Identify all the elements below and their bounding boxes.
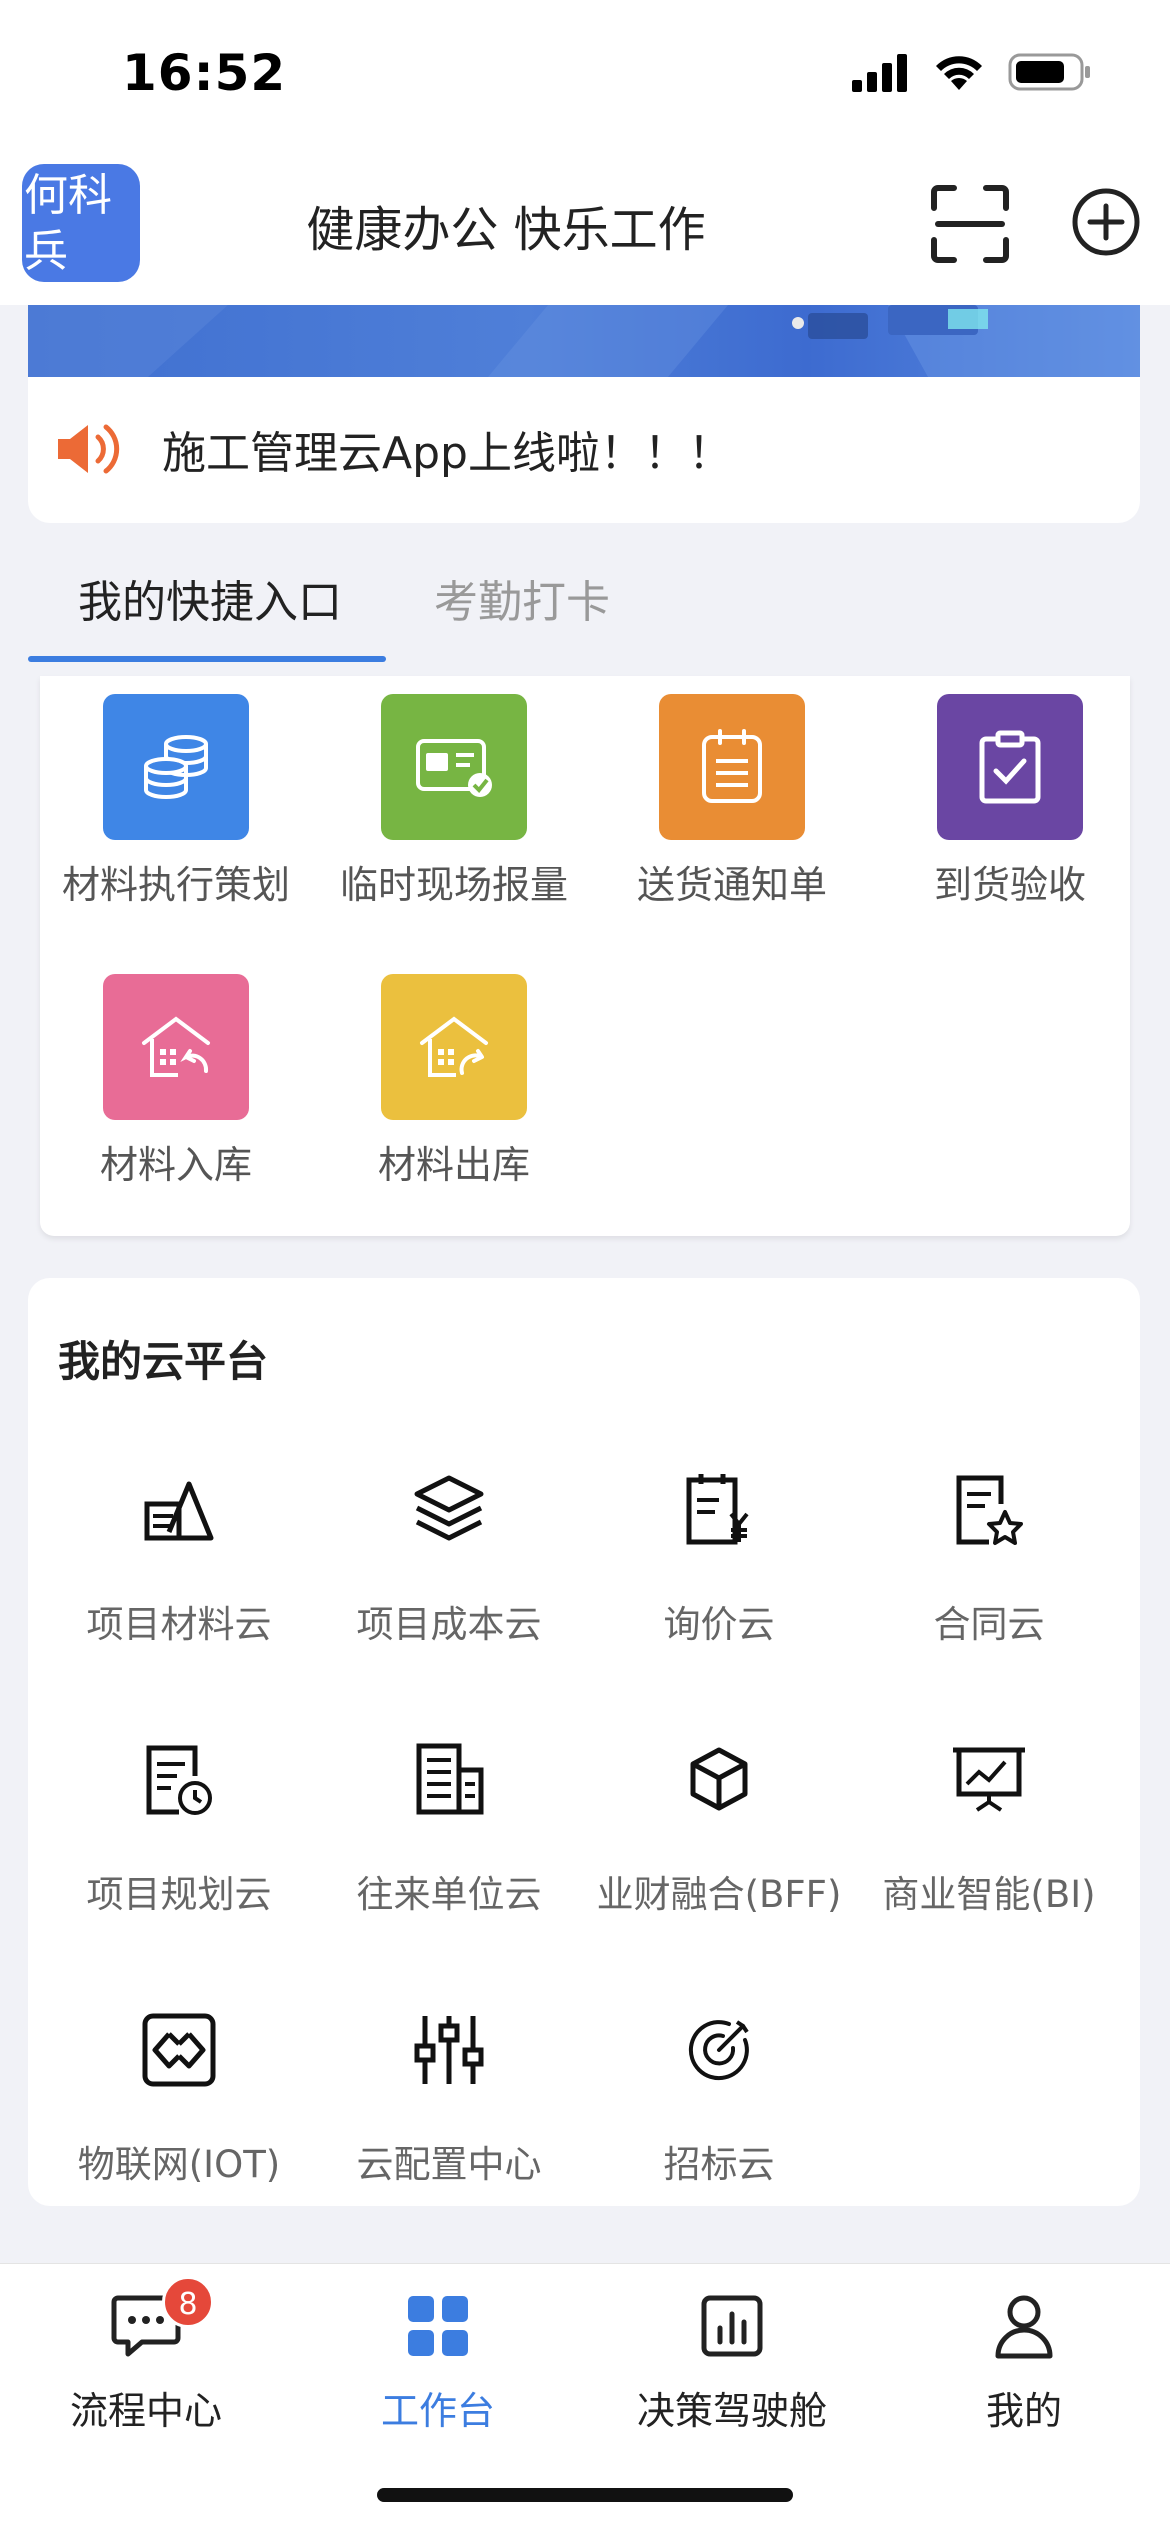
tab-decision-cockpit[interactable]: 决策驾驶舱 xyxy=(612,2288,852,2435)
quick-item-label: 材料执行策划 xyxy=(61,863,290,907)
cloud-item-material[interactable]: 项目材料云 xyxy=(44,1470,314,1648)
quick-item-material-out[interactable]: 材料出库 xyxy=(324,974,584,1189)
coins-stack-icon xyxy=(103,694,249,840)
sliders-icon xyxy=(414,2016,484,2084)
notice-bar[interactable]: 施工管理云App上线啦！！！ xyxy=(54,417,732,481)
clipboard-check-icon xyxy=(937,694,1083,840)
quick-item-label: 材料出库 xyxy=(377,1143,530,1187)
cloud-item-contract[interactable]: 合同云 xyxy=(854,1470,1124,1648)
tab-attendance[interactable]: 考勤打卡 xyxy=(434,566,610,630)
quick-item-temp-report[interactable]: 临时现场报量 xyxy=(324,694,584,909)
cloud-item-label: 合同云 xyxy=(933,1603,1045,1646)
tab-underline xyxy=(28,656,386,662)
cloud-item-label: 业财融合(BFF) xyxy=(596,1873,842,1916)
tab-label: 决策驾驶舱 xyxy=(636,2389,827,2433)
bi-board-icon xyxy=(953,1747,1025,1812)
notice-text: 施工管理云App上线啦！！！ xyxy=(162,428,732,479)
warehouse-in-icon xyxy=(103,974,249,1120)
layers-icon xyxy=(414,1475,484,1541)
cloud-item-label: 项目成本云 xyxy=(356,1603,542,1646)
status-time: 16:52 xyxy=(122,44,287,102)
cloud-item-inquiry[interactable]: 询价云 xyxy=(584,1470,854,1648)
banner-card: 施工管理云App上线啦！！！ xyxy=(28,305,1140,523)
quick-item-material-plan[interactable]: 材料执行策划 xyxy=(46,694,306,909)
iot-link-icon xyxy=(142,2013,216,2087)
cloud-item-bi[interactable]: 商业智能(BI) xyxy=(854,1740,1124,1918)
temp-card-icon xyxy=(381,694,527,840)
scan-icon[interactable] xyxy=(930,184,1010,264)
quick-entry-card: 材料执行策划 临时现场报量 送货通知单 到货验收 材料入库 材料出库 xyxy=(40,676,1130,1236)
cloud-item-label: 往来单位云 xyxy=(356,1873,542,1916)
cloud-item-iot[interactable]: 物联网(IOT) xyxy=(44,2010,314,2188)
battery-icon xyxy=(1008,53,1090,91)
status-icons xyxy=(850,52,1092,92)
contract-star-icon xyxy=(956,1475,1023,1545)
banner-graphic xyxy=(28,305,1140,377)
speaker-icon xyxy=(58,424,120,474)
price-inquiry-icon xyxy=(686,1474,749,1545)
quick-item-label: 送货通知单 xyxy=(636,863,827,907)
tab-label: 流程中心 xyxy=(69,2389,222,2433)
tab-label: 工作台 xyxy=(380,2389,495,2433)
status-bar: 16:52 xyxy=(0,0,1170,150)
cloud-item-partners[interactable]: 往来单位云 xyxy=(314,1740,584,1918)
building-icon xyxy=(416,1743,484,1815)
quick-item-arrival-check[interactable]: 到货验收 xyxy=(880,694,1140,909)
cloud-item-label: 云配置中心 xyxy=(356,2143,542,2186)
cloud-item-cost[interactable]: 项目成本云 xyxy=(314,1470,584,1648)
warehouse-out-icon xyxy=(381,974,527,1120)
add-icon[interactable] xyxy=(1070,186,1142,258)
cloud-item-planning[interactable]: 项目规划云 xyxy=(44,1740,314,1918)
tab-label: 我的 xyxy=(985,2389,1062,2433)
cube-icon xyxy=(690,1747,748,1811)
quick-item-delivery-notice[interactable]: 送货通知单 xyxy=(602,694,862,909)
app-header: 何科兵 健康办公 快乐工作 xyxy=(0,150,1170,305)
section-title: 我的云平台 xyxy=(58,1337,269,1386)
person-icon xyxy=(995,2295,1053,2359)
notification-badge: 8 xyxy=(162,2276,214,2328)
cloud-item-config[interactable]: 云配置中心 xyxy=(314,2010,584,2188)
quick-item-label: 材料入库 xyxy=(99,1143,252,1187)
grid-icon xyxy=(408,2296,468,2356)
signal-icon xyxy=(852,54,907,92)
material-cloud-icon xyxy=(144,1481,214,1541)
quick-item-label: 到货验收 xyxy=(933,863,1086,907)
wifi-icon xyxy=(936,56,982,90)
quick-item-label: 临时现场报量 xyxy=(339,863,568,907)
cloud-item-label: 招标云 xyxy=(663,2143,775,2186)
tab-quick-entry[interactable]: 我的快捷入口 xyxy=(78,566,342,630)
notepad-icon xyxy=(659,694,805,840)
tab-workbench[interactable]: 工作台 xyxy=(318,2288,558,2435)
quick-item-material-in[interactable]: 材料入库 xyxy=(46,974,306,1189)
cloud-item-label: 询价云 xyxy=(663,1603,775,1646)
banner-image[interactable] xyxy=(28,305,1140,377)
target-icon xyxy=(688,2020,749,2081)
quick-tabs: 我的快捷入口 考勤打卡 xyxy=(28,548,1140,664)
cloud-item-label: 项目材料云 xyxy=(86,1603,272,1646)
home-indicator[interactable] xyxy=(377,2488,793,2502)
cloud-item-label: 商业智能(BI) xyxy=(882,1873,1096,1916)
plan-clock-icon xyxy=(146,1745,212,1815)
cloud-item-label: 物联网(IOT) xyxy=(77,2143,281,2186)
cloud-item-label: 项目规划云 xyxy=(86,1873,272,1916)
cloud-item-bff[interactable]: 业财融合(BFF) xyxy=(584,1740,854,1918)
tab-mine[interactable]: 我的 xyxy=(904,2288,1144,2435)
cloud-platform-card: 我的云平台 项目材料云 项目成本云 询价云 合同云 项目规划云 往来单位云 业财… xyxy=(28,1278,1140,2206)
tab-process-center[interactable]: 8 流程中心 xyxy=(26,2276,266,2435)
bar-chart-icon xyxy=(701,2295,763,2357)
cloud-item-bidding[interactable]: 招标云 xyxy=(584,2010,854,2188)
